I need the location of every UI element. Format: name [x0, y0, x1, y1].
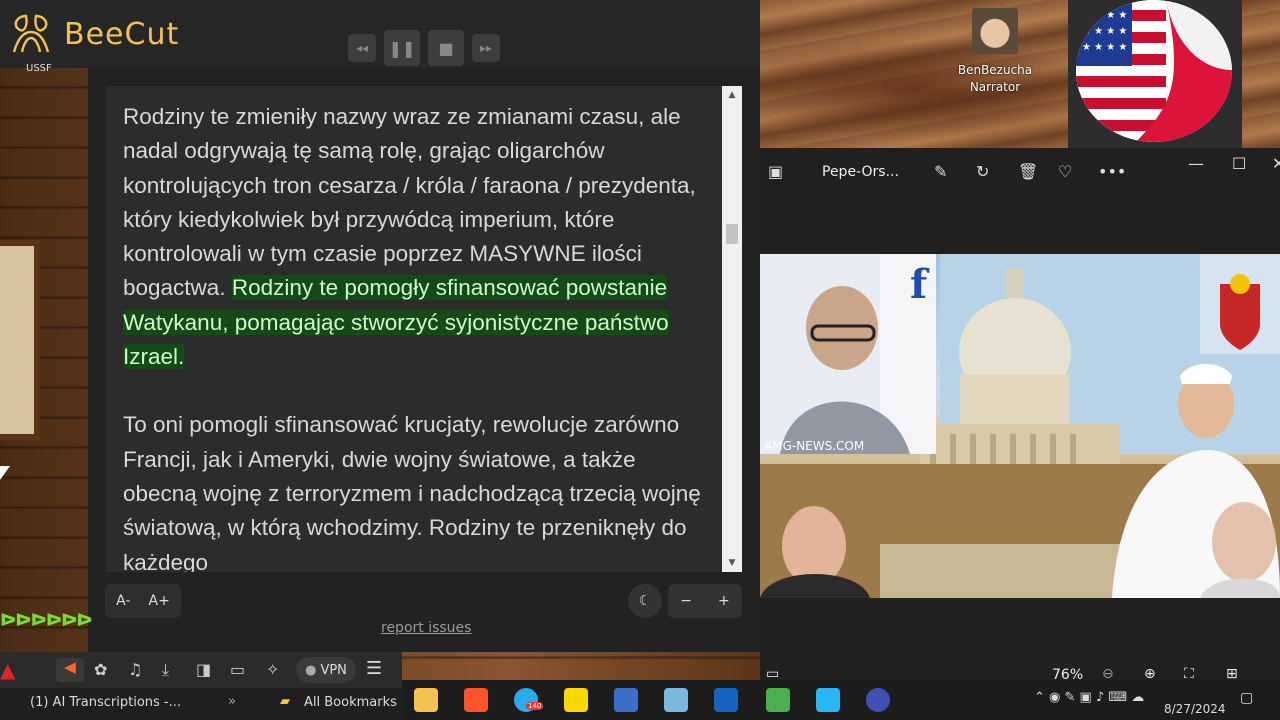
- file-explorer-icon[interactable]: [414, 688, 438, 712]
- leo-ai-icon[interactable]: ✧: [266, 660, 279, 679]
- telegram-badge: 140: [526, 702, 544, 710]
- taskbar-date: 8/27/2024: [1164, 702, 1226, 716]
- dark-mode-toggle[interactable]: ☾: [628, 584, 662, 618]
- close-icon[interactable]: ✕: [1272, 154, 1280, 173]
- beecut-logo: BeeCut: [8, 12, 179, 56]
- pause-icon: ❚❚: [388, 38, 416, 58]
- music-icon[interactable]: ♫: [128, 660, 142, 679]
- image-watermark: AMG-NEWS.COM: [764, 439, 864, 453]
- stop-icon: ■: [438, 38, 454, 58]
- flag-badge: ★ ★ ★ ★ ★ ★ ★ ★ ★ ★ ★ ★: [1068, 0, 1242, 148]
- system-tray-icons[interactable]: ⌃ ◉ ✎ ▣ ♪ ⌨ ☁: [1034, 690, 1144, 705]
- cabin-window: [0, 240, 40, 440]
- paragraph-1: Rodziny te zmieniły nazwy wraz ze zmiana…: [123, 100, 711, 374]
- scroll-down-icon[interactable]: ▼: [722, 554, 742, 572]
- zoom-minus-button[interactable]: −: [680, 593, 692, 609]
- zoom-plus-button[interactable]: +: [718, 593, 730, 609]
- rotate-icon[interactable]: ↻: [976, 162, 989, 181]
- brave-icon[interactable]: ◀: [56, 658, 84, 682]
- favorite-heart-icon[interactable]: ♡: [1058, 162, 1072, 181]
- vpn-label: VPN: [320, 662, 347, 678]
- svg-text:★ ★ ★ ★: ★ ★ ★ ★: [1082, 42, 1127, 53]
- scroll-up-icon[interactable]: ▲: [722, 86, 742, 104]
- delete-icon[interactable]: 🗑: [1018, 162, 1038, 181]
- beecut-toolbar: BeeCut USSF ◂◂ ❚❚ ■ ▸▸: [0, 0, 760, 74]
- media-controls: ◂◂ ❚❚ ■ ▸▸: [348, 30, 500, 66]
- media-player-icon[interactable]: [714, 688, 738, 712]
- font-size-controls: A- A+: [105, 584, 181, 618]
- font-decrease-button[interactable]: A-: [116, 593, 130, 609]
- download-icon[interactable]: ⤓: [162, 660, 169, 680]
- edit-image-icon[interactable]: ✎: [934, 162, 947, 181]
- notifications-icon[interactable]: ▢: [1240, 690, 1253, 706]
- moon-icon: ☾: [638, 593, 652, 609]
- report-issues-link[interactable]: report issues: [381, 620, 471, 636]
- brave-rewards-icon[interactable]: ▲: [0, 658, 15, 682]
- beecut-taskbar-icon[interactable]: [564, 688, 588, 712]
- font-increase-button[interactable]: A+: [149, 593, 170, 609]
- notes-icon[interactable]: [664, 688, 688, 712]
- extensions-icon[interactable]: ✿: [94, 660, 107, 679]
- telegram-icon[interactable]: 140: [514, 688, 544, 712]
- reader-scrollbar[interactable]: ▲ ▼: [722, 86, 742, 572]
- more-options-icon[interactable]: •••: [1098, 162, 1126, 181]
- us-poland-flag-icon: ★ ★ ★ ★ ★ ★ ★ ★ ★ ★ ★ ★: [1076, 0, 1232, 142]
- gallery-icon[interactable]: ▣: [768, 162, 783, 181]
- viewer-file-name: Pepe-Ors...: [822, 164, 899, 180]
- browser-toolbar: ▲ ◀ ✿ ♫ ⤓ ◨ ▭ ✧ ● VPN ☰: [0, 652, 402, 688]
- narrator-name: BenBezucha: [957, 63, 1033, 77]
- scrollbar-thumb[interactable]: [726, 224, 738, 244]
- ussf-label: USSF: [26, 63, 52, 74]
- svg-text:★ ★ ★ ★: ★ ★ ★ ★: [1082, 26, 1127, 37]
- minimize-icon[interactable]: —: [1188, 154, 1204, 173]
- bee-icon: [12, 14, 50, 53]
- narrator-role: Narrator: [969, 80, 1021, 94]
- reader-panel: Rodziny te zmieniły nazwy wraz ze zmiana…: [88, 68, 760, 652]
- windows-taskbar: 140 ⌃ ◉ ✎ ▣ ♪ ⌨ ☁ 8/27/2024 ▢: [402, 680, 1280, 720]
- pause-button[interactable]: ❚❚: [384, 30, 420, 66]
- forward-button[interactable]: ▸▸: [472, 34, 500, 62]
- bookmark-ai-transcriptions[interactable]: (1) AI Transcriptions -...: [30, 695, 181, 710]
- rewind-icon: ◂◂: [355, 41, 369, 55]
- more-bookmarks-icon[interactable]: »: [228, 694, 236, 709]
- stop-button[interactable]: ■: [428, 30, 464, 66]
- forward-icon: ▸▸: [479, 41, 493, 55]
- app-blue-icon[interactable]: [816, 688, 840, 712]
- photo-viewer-window: ▣ Pepe-Ors... ✎ ↻ 🗑 ♡ ••• — ☐ ✕ f AMG-NE…: [760, 148, 1280, 690]
- narrator-avatar: [972, 8, 1018, 54]
- all-bookmarks-link[interactable]: All Bookmarks: [304, 695, 397, 710]
- paragraph-2: To oni pomogli sfinansować krucjaty, rew…: [123, 412, 701, 572]
- sidebar-icon[interactable]: ◨: [196, 660, 211, 679]
- narrator-label: BenBezucha Narrator: [952, 62, 1038, 96]
- wallet-icon[interactable]: ▭: [230, 660, 245, 679]
- svg-text:f: f: [910, 261, 930, 308]
- green-arrows-graphic: ᐅᐅᐅᐅᐅᐅ: [0, 610, 93, 631]
- menu-icon[interactable]: ☰: [366, 658, 382, 679]
- app-name: BeeCut: [64, 16, 180, 52]
- vpn-button[interactable]: ● VPN: [296, 657, 356, 683]
- zoom-controls: − +: [668, 584, 742, 618]
- displayed-image: f AMG-NEWS.COM: [760, 254, 1280, 598]
- reader-text-area[interactable]: Rodziny te zmieniły nazwy wraz ze zmiana…: [106, 86, 728, 572]
- media-app-icon[interactable]: [614, 688, 638, 712]
- folder-icon: ▰: [280, 694, 290, 709]
- bookmarks-bar: (1) AI Transcriptions -... » ▰ All Bookm…: [0, 688, 402, 720]
- brave-browser-icon[interactable]: [464, 688, 488, 712]
- maximize-icon[interactable]: ☐: [1232, 154, 1246, 173]
- mouse-cursor-icon: [0, 466, 10, 480]
- paragraph-1-text: Rodziny te zmieniły nazwy wraz ze zmiana…: [123, 104, 696, 301]
- svg-text:★ ★ ★ ★: ★ ★ ★ ★: [1082, 10, 1127, 21]
- app-circle-icon[interactable]: [866, 688, 890, 712]
- app-green-icon[interactable]: [766, 688, 790, 712]
- vpn-status-icon: ●: [305, 662, 317, 678]
- rewind-button[interactable]: ◂◂: [348, 34, 376, 62]
- viewer-toolbar: ▣ Pepe-Ors... ✎ ↻ 🗑 ♡ ••• — ☐ ✕: [760, 148, 1280, 196]
